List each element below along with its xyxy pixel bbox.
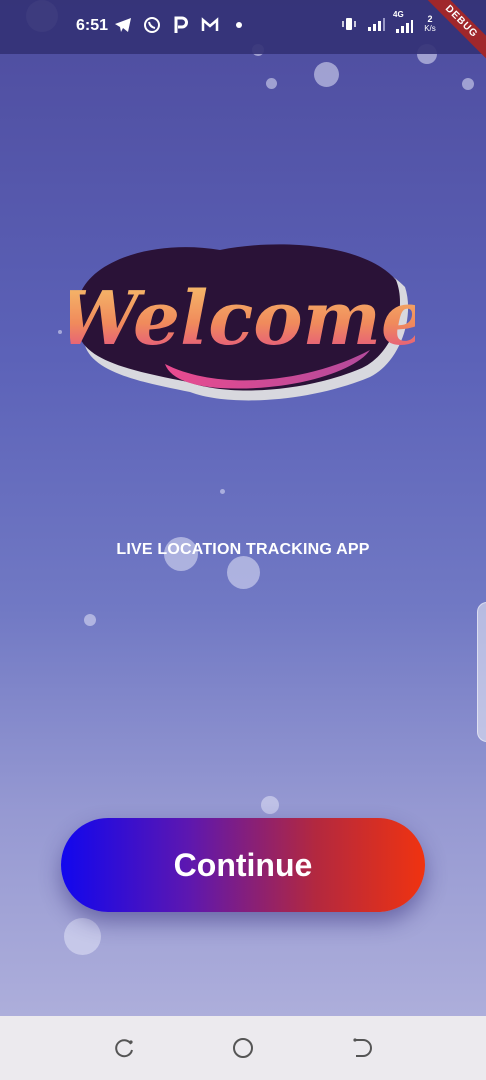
notification-icons [113, 15, 249, 35]
bubble [58, 330, 62, 334]
speed-unit: K/s [424, 24, 436, 33]
bubble [462, 78, 474, 90]
continue-button[interactable]: Continue [61, 818, 425, 912]
signal-4g-icon: 4G [393, 10, 415, 34]
bubble [266, 78, 277, 89]
welcome-logo: Welcome [70, 244, 415, 401]
back-icon[interactable] [350, 1036, 374, 1060]
status-bar: 6:51 4G 2 K/s [0, 0, 486, 54]
bubble [261, 796, 279, 814]
bubble [227, 556, 260, 589]
bubble [220, 489, 225, 494]
status-time: 6:51 [76, 17, 109, 34]
system-icons: 4G 2 K/s [339, 10, 438, 34]
gmail-icon [200, 15, 220, 35]
network-label: 4G [393, 10, 404, 19]
speed-value: 2 [427, 14, 433, 24]
dot-icon [229, 15, 249, 35]
home-icon[interactable] [231, 1036, 255, 1060]
bubble [314, 62, 339, 87]
logo-text: Welcome [70, 276, 415, 362]
app-subtitle: LIVE LOCATION TRACKING APP [116, 541, 370, 558]
bubble [64, 918, 101, 955]
app-screen: 6:51 4G 2 K/s DEBUG Welcome LIVE LOCATIO… [0, 0, 486, 1016]
recent-apps-icon[interactable] [112, 1036, 136, 1060]
network-speed-icon: 2 K/s [422, 14, 438, 34]
whatsapp-icon [142, 15, 162, 35]
bubble [84, 614, 96, 626]
p-app-icon [171, 15, 191, 35]
vibrate-icon [339, 14, 359, 34]
signal-icon [366, 14, 386, 34]
telegram-icon [113, 15, 133, 35]
edge-panel-handle[interactable] [477, 602, 486, 742]
